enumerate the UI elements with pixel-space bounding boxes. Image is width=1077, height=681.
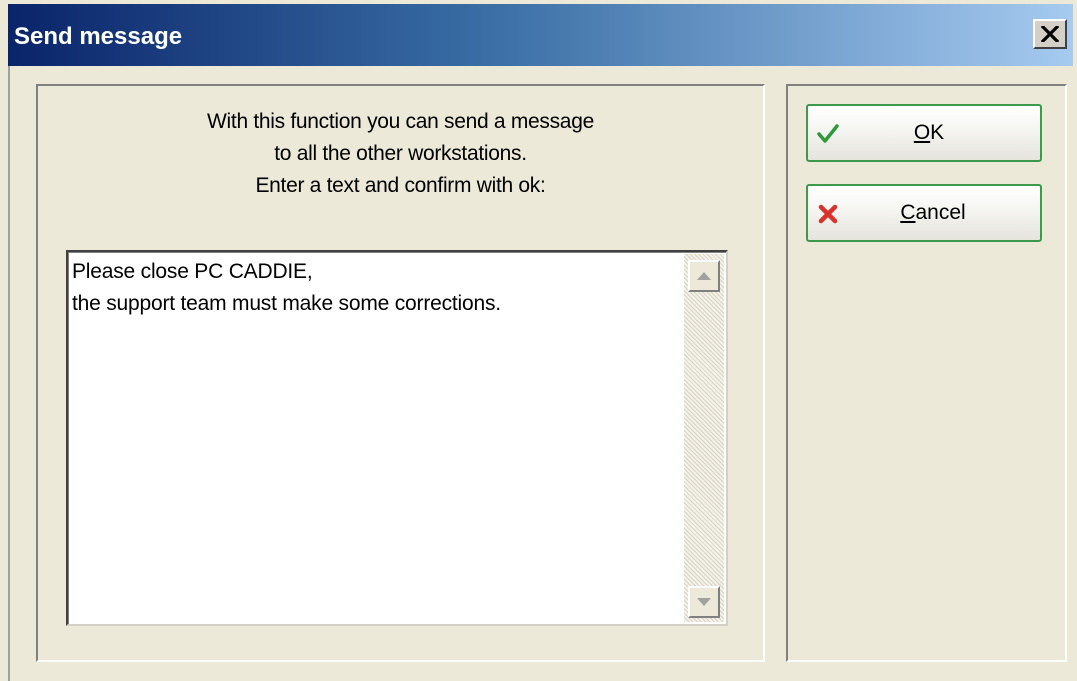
title-bar[interactable]: Send message: [8, 4, 1073, 66]
window-left-border: [8, 66, 10, 681]
button-panel: OK Cancel: [786, 84, 1067, 662]
scroll-up-arrow-icon: [697, 272, 711, 280]
instruction-text: With this function you can send a messag…: [38, 106, 763, 202]
cancel-label-rest: ancel: [915, 201, 966, 224]
message-textarea[interactable]: Please close PC CADDIE, the support team…: [66, 250, 728, 626]
ok-label-rest: K: [930, 121, 945, 144]
ok-button[interactable]: OK: [806, 104, 1042, 162]
cancel-button[interactable]: Cancel: [806, 184, 1042, 242]
close-button[interactable]: [1033, 19, 1067, 49]
send-message-dialog: Send message With this function you can …: [0, 0, 1077, 681]
scroll-down-arrow-icon: [697, 598, 711, 606]
instruction-line: Enter a text and confirm with ok:: [255, 174, 546, 197]
cancel-accelerator: C: [900, 201, 916, 224]
instruction-line: With this function you can send a messag…: [207, 110, 594, 133]
message-line: the support team must make some correcti…: [72, 292, 501, 315]
scroll-down-button[interactable]: [688, 586, 720, 618]
message-group: With this function you can send a messag…: [36, 84, 765, 662]
message-line: Please close PC CADDIE,: [72, 260, 313, 283]
ok-button-label: OK: [808, 106, 1040, 160]
instruction-line: to all the other workstations.: [274, 142, 527, 165]
vertical-scrollbar[interactable]: [684, 254, 724, 622]
window-title: Send message: [14, 23, 183, 50]
cancel-button-label: Cancel: [808, 186, 1040, 240]
close-icon: [1041, 26, 1059, 42]
scroll-up-button[interactable]: [688, 260, 720, 292]
message-text[interactable]: Please close PC CADDIE, the support team…: [72, 256, 680, 320]
ok-accelerator: O: [913, 121, 931, 144]
